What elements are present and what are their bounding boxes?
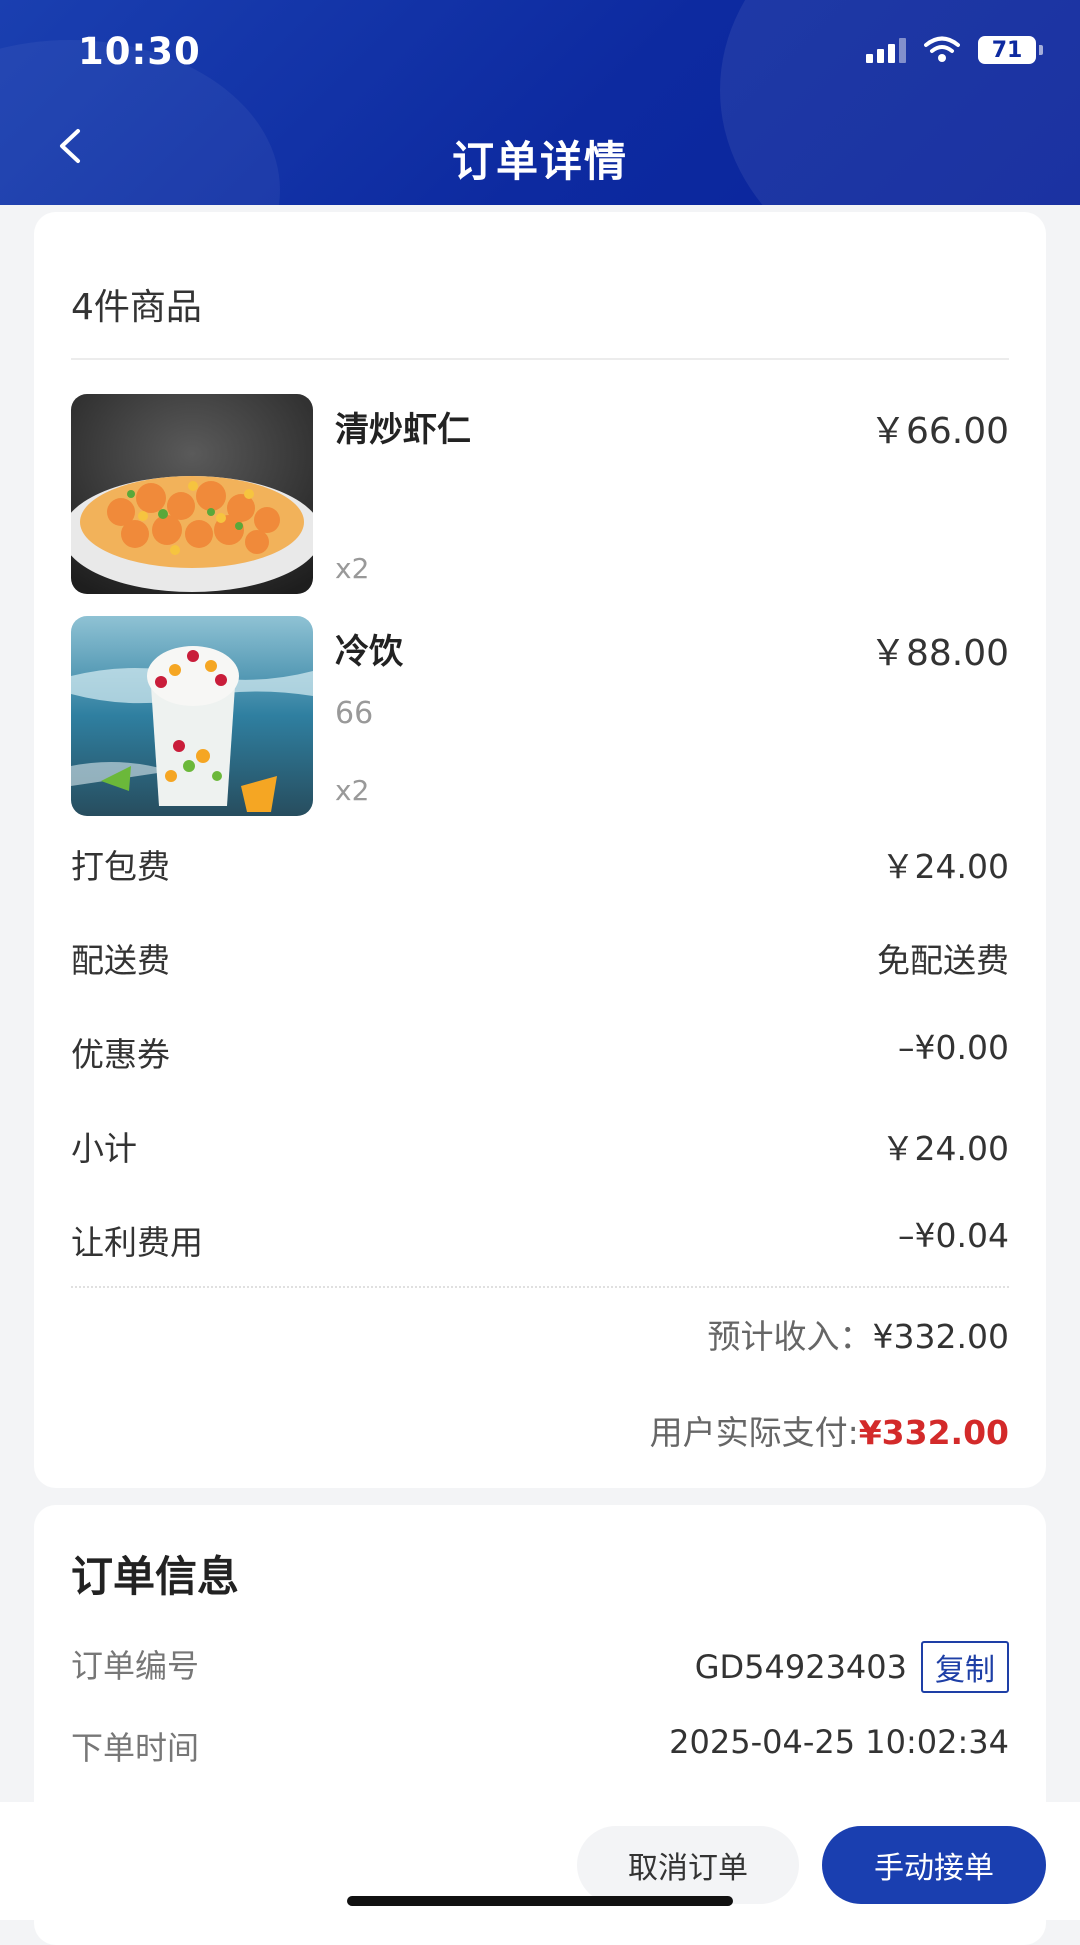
fee-label: 让利费用 bbox=[71, 1223, 203, 1262]
dotted-divider bbox=[71, 1286, 1009, 1288]
fee-row-delivery: 配送费 免配送费 bbox=[71, 934, 1009, 982]
app-header: 10:30 71 订单详情 bbox=[0, 0, 1080, 205]
order-time-row: 下单时间 2025-04-25 10:02:34 bbox=[71, 1723, 1009, 1773]
order-number-label: 订单编号 bbox=[71, 1647, 200, 1685]
fee-value: –¥0.04 bbox=[898, 1216, 1009, 1255]
fee-row-discount: 让利费用 –¥0.04 bbox=[71, 1216, 1009, 1264]
fee-label: 配送费 bbox=[71, 941, 170, 980]
bottom-action-bar: 取消订单 手动接单 bbox=[0, 1802, 1080, 1920]
expected-income-label: 预计收入： bbox=[707, 1317, 873, 1356]
goods-item-name: 清炒虾仁 bbox=[335, 410, 471, 450]
order-number-value: GD54923403 bbox=[694, 1648, 907, 1686]
goods-item[interactable]: 冷饮 ￥88.00 66 x2 bbox=[71, 616, 1009, 816]
fee-value: ￥24.00 bbox=[881, 1129, 1009, 1168]
order-goods-card: 4件商品 清炒虾仁 ￥66.00 x2 冷饮 ￥88.00 66 x2 打包费 … bbox=[34, 212, 1046, 1488]
order-info-title: 订单信息 bbox=[71, 1552, 240, 1601]
goods-item-price: ￥66.00 bbox=[869, 411, 1009, 452]
cellular-signal-icon bbox=[866, 37, 906, 63]
page-title: 订单详情 bbox=[451, 137, 628, 186]
goods-item-qty: x2 bbox=[335, 552, 370, 585]
cancel-order-button[interactable]: 取消订单 bbox=[577, 1826, 799, 1904]
fee-value: –¥0.00 bbox=[898, 1028, 1009, 1067]
fee-label: 优惠券 bbox=[71, 1035, 170, 1074]
fee-label: 打包费 bbox=[71, 847, 170, 886]
expected-income-value: ¥332.00 bbox=[872, 1317, 1009, 1356]
fee-row-packing: 打包费 ￥24.00 bbox=[71, 840, 1009, 888]
expected-income: 预计收入：¥332.00 bbox=[708, 1310, 1009, 1358]
goods-item-spec: 66 bbox=[335, 696, 374, 731]
status-icons: 71 bbox=[866, 36, 1043, 64]
wifi-icon bbox=[924, 36, 960, 62]
divider bbox=[71, 358, 1009, 360]
fee-row-subtotal: 小计 ￥24.00 bbox=[71, 1122, 1009, 1170]
actual-payment-value: ¥332.00 bbox=[858, 1413, 1009, 1452]
fee-value: 免配送费 bbox=[877, 941, 1009, 980]
back-arrow-icon[interactable] bbox=[52, 128, 88, 164]
battery-icon: 71 bbox=[978, 36, 1043, 64]
goods-item-qty: x2 bbox=[335, 774, 370, 807]
actual-payment-label: 用户实际支付: bbox=[649, 1413, 859, 1452]
order-number-group: GD54923403 复制 bbox=[695, 1641, 1009, 1693]
manual-accept-button[interactable]: 手动接单 bbox=[822, 1826, 1046, 1904]
cold-drink-image bbox=[71, 616, 313, 816]
copy-button[interactable]: 复制 bbox=[921, 1641, 1009, 1693]
goods-item[interactable]: 清炒虾仁 ￥66.00 x2 bbox=[71, 394, 1009, 594]
home-indicator[interactable] bbox=[347, 1896, 733, 1906]
fee-row-coupon: 优惠券 –¥0.00 bbox=[71, 1028, 1009, 1076]
goods-item-price: ￥88.00 bbox=[869, 633, 1009, 674]
order-time-label: 下单时间 bbox=[71, 1729, 200, 1767]
goods-count: 4件商品 bbox=[71, 287, 202, 328]
fee-value: ￥24.00 bbox=[881, 847, 1009, 886]
actual-payment: 用户实际支付:¥332.00 bbox=[650, 1406, 1009, 1454]
status-time: 10:30 bbox=[78, 30, 201, 73]
order-number-row: 订单编号 GD54923403 复制 bbox=[71, 1641, 1009, 1693]
shrimp-dish-image bbox=[71, 394, 313, 594]
fee-label: 小计 bbox=[71, 1129, 137, 1168]
order-time-value: 2025-04-25 10:02:34 bbox=[669, 1723, 1009, 1761]
goods-item-name: 冷饮 bbox=[335, 632, 403, 672]
